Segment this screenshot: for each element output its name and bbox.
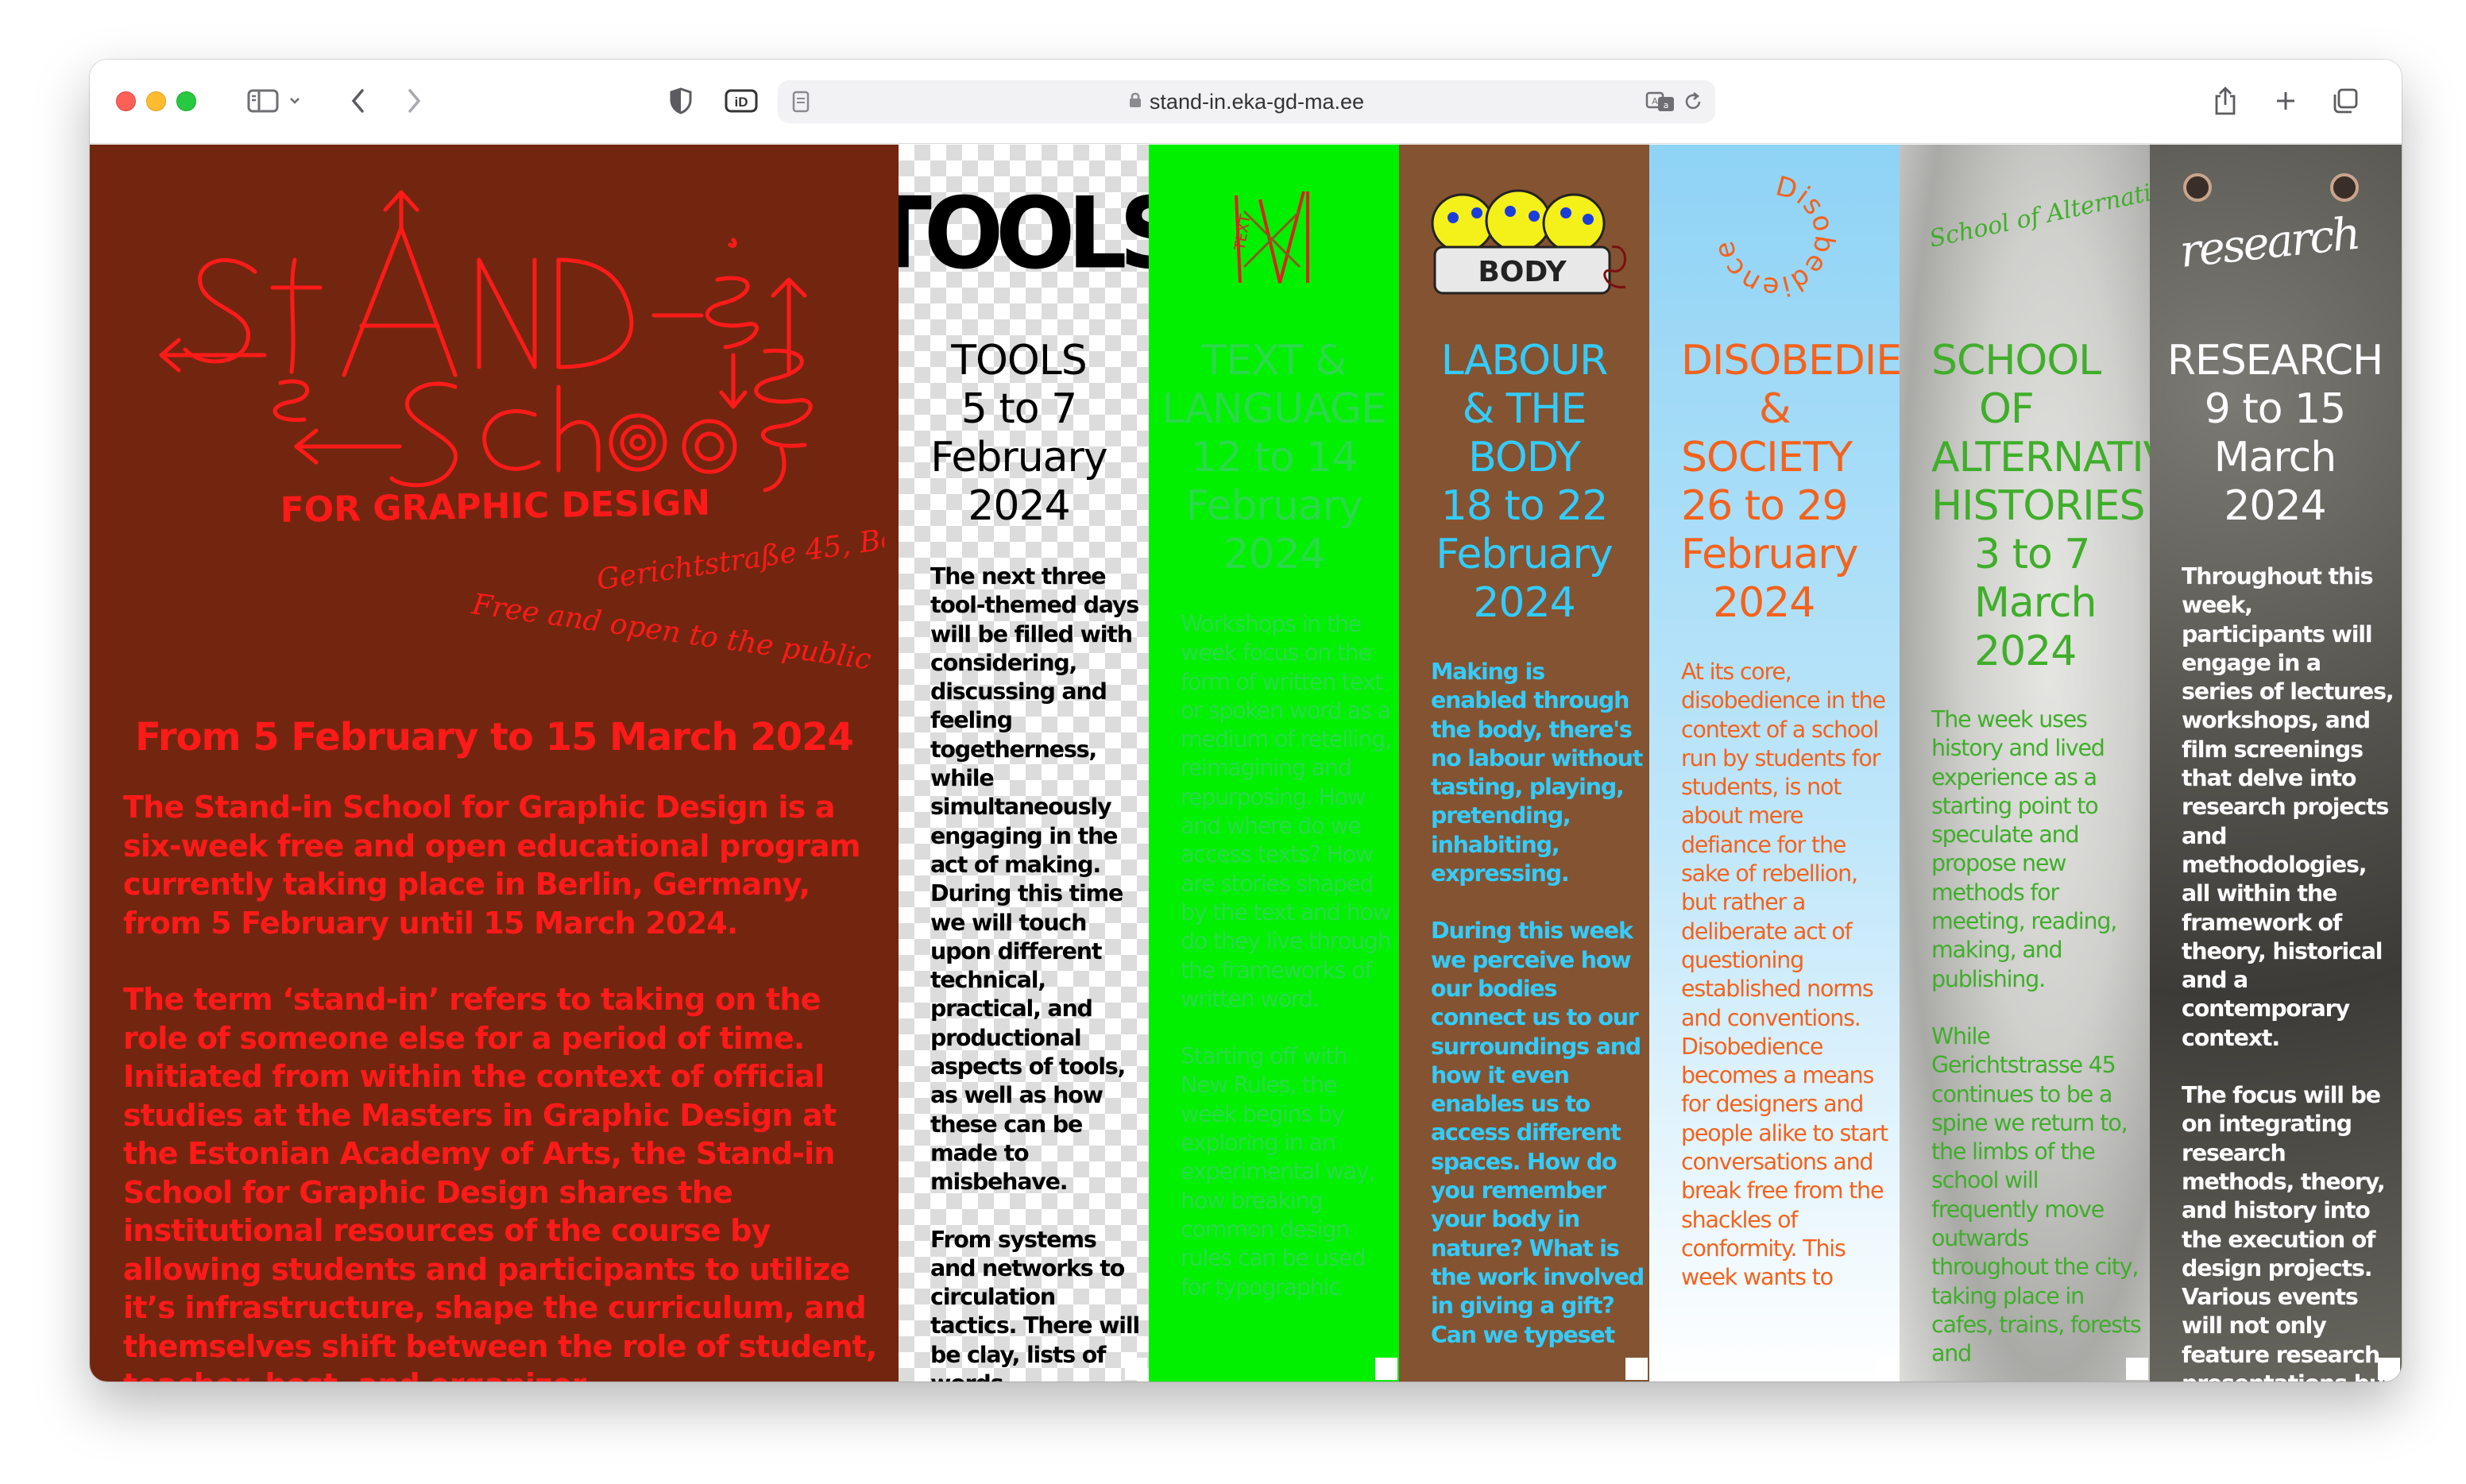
address-bar[interactable]: stand-in.eka-gd-ma.ee Aa bbox=[778, 80, 1715, 123]
share-icon[interactable] bbox=[2209, 79, 2241, 123]
labour-body-icon: BODY bbox=[1431, 189, 1626, 295]
week-title: LABOUR & THE BODY 18 to 22 February 2024 bbox=[1436, 337, 1613, 627]
svg-text:A: A bbox=[1652, 96, 1658, 106]
scroll-corner bbox=[1625, 1358, 1648, 1380]
scroll-corner bbox=[2126, 1358, 2148, 1380]
week-title: TEXT & LANGUAGE 12 to 14 February 2024 bbox=[1161, 337, 1387, 578]
chevron-down-icon[interactable] bbox=[285, 79, 304, 123]
logo-tagline: Free and open to the public bbox=[470, 588, 873, 676]
week-labour-body-column[interactable]: BODY LABOUR & THE BODY 18 to 22 February… bbox=[1399, 145, 1649, 1382]
stand-in-school-logo[interactable]: FOR GRAPHIC DESIGN Gerichtstraße 45, Ber… bbox=[153, 184, 884, 677]
intro-paragraph-2: The term ‘stand-in’ refers to taking on … bbox=[123, 982, 877, 1382]
program-date-range: From 5 February to 15 March 2024 bbox=[135, 715, 854, 759]
browser-toolbar: iD stand-in.eka-gd-ma.ee Aa bbox=[90, 60, 2402, 144]
week-title: TOOLS 5 to 7 February 2024 bbox=[930, 337, 1107, 530]
shield-icon[interactable] bbox=[665, 79, 697, 123]
reload-icon[interactable] bbox=[1680, 80, 1706, 123]
plus-icon[interactable] bbox=[2270, 79, 2302, 123]
close-window-button[interactable] bbox=[116, 91, 136, 111]
sidebar-icon[interactable] bbox=[245, 79, 280, 123]
url-label: stand-in.eka-gd-ma.ee bbox=[1149, 90, 1365, 114]
svg-text:Disobedience: Disobedience bbox=[1708, 172, 1841, 299]
translate-icon[interactable]: Aa bbox=[1644, 80, 1677, 123]
scroll-corner bbox=[2378, 1358, 2400, 1380]
lock-icon bbox=[1129, 79, 1142, 122]
scroll-corner bbox=[1876, 1358, 1898, 1380]
url-text[interactable]: stand-in.eka-gd-ma.ee bbox=[778, 80, 1715, 123]
id-icon[interactable]: iD bbox=[722, 79, 760, 123]
week-description: The next three tool-themed days will be … bbox=[930, 563, 1140, 1382]
week-description: Workshops in the week focus on the form … bbox=[1181, 611, 1392, 1300]
chevron-left-icon[interactable] bbox=[342, 79, 374, 123]
svg-text:a: a bbox=[1664, 100, 1669, 110]
week-description: At its core, disobedience in the context… bbox=[1681, 659, 1888, 1291]
tools-icon: TOOLS bbox=[899, 176, 1149, 291]
logo-address: Gerichtstraße 45, Berlin bbox=[595, 515, 884, 597]
logo-subtitle: FOR GRAPHIC DESIGN bbox=[280, 483, 710, 531]
week-disobedience-column[interactable]: Disobedience DISOBEDIENCE & SOCIETY 26 t… bbox=[1649, 145, 1900, 1382]
zoom-window-button[interactable] bbox=[176, 91, 196, 111]
week-description: The week uses history and lived experien… bbox=[1931, 706, 2142, 1367]
scroll-corner bbox=[1125, 1358, 1147, 1380]
disobedience-icon: Disobedience bbox=[1708, 172, 1841, 299]
week-title: SCHOOL OF ALTERNATIVE HISTORIES 3 to 7 M… bbox=[1931, 337, 2150, 675]
week-tools-column[interactable]: TOOLS TOOLS 5 to 7 February 2024 The nex… bbox=[899, 145, 1149, 1382]
research-icon: research bbox=[2178, 173, 2361, 278]
page-viewport: FOR GRAPHIC DESIGN Gerichtstraße 45, Ber… bbox=[90, 145, 2402, 1382]
minimize-window-button[interactable] bbox=[146, 91, 166, 111]
browser-window: iD stand-in.eka-gd-ma.ee Aa FOR GRAPHIC … bbox=[90, 60, 2402, 1382]
scroll-corner bbox=[1375, 1358, 1397, 1380]
svg-text:TEXT: TEXT bbox=[1231, 213, 1254, 253]
week-description: Throughout this week, participants will … bbox=[2182, 563, 2394, 1382]
intro-panel: FOR GRAPHIC DESIGN Gerichtstraße 45, Ber… bbox=[90, 145, 899, 1382]
week-title: DISOBEDIENCE & SOCIETY 26 to 29 February… bbox=[1681, 337, 1900, 627]
tabs-overview-icon[interactable] bbox=[2329, 79, 2362, 123]
svg-text:research: research bbox=[2178, 208, 2361, 278]
text-language-icon: TEXT bbox=[1231, 191, 1309, 284]
svg-text:TOOLS: TOOLS bbox=[899, 176, 1149, 291]
svg-text:School of Alternative Historie: School of Alternative Histories bbox=[1927, 172, 2150, 253]
alternative-histories-icon: School of Alternative Histories bbox=[1927, 172, 2150, 253]
chevron-right-icon[interactable] bbox=[398, 79, 430, 123]
week-research-column[interactable]: research RESEARCH 9 to 15 March 2024 Thr… bbox=[2150, 145, 2402, 1382]
svg-text:iD: iD bbox=[735, 95, 748, 110]
week-alternative-histories-column[interactable]: School of Alternative Histories SCHOOL O… bbox=[1900, 145, 2150, 1382]
week-title: RESEARCH 9 to 15 March 2024 bbox=[2166, 337, 2383, 530]
intro-paragraph-1: The Stand-in School for Graphic Design i… bbox=[123, 790, 860, 941]
week-description: Making is enabled through the body, ther… bbox=[1431, 659, 1645, 1348]
week-text-language-column[interactable]: TEXT TEXT & LANGUAGE 12 to 14 February 2… bbox=[1149, 145, 1399, 1382]
svg-text:BODY: BODY bbox=[1478, 256, 1567, 288]
